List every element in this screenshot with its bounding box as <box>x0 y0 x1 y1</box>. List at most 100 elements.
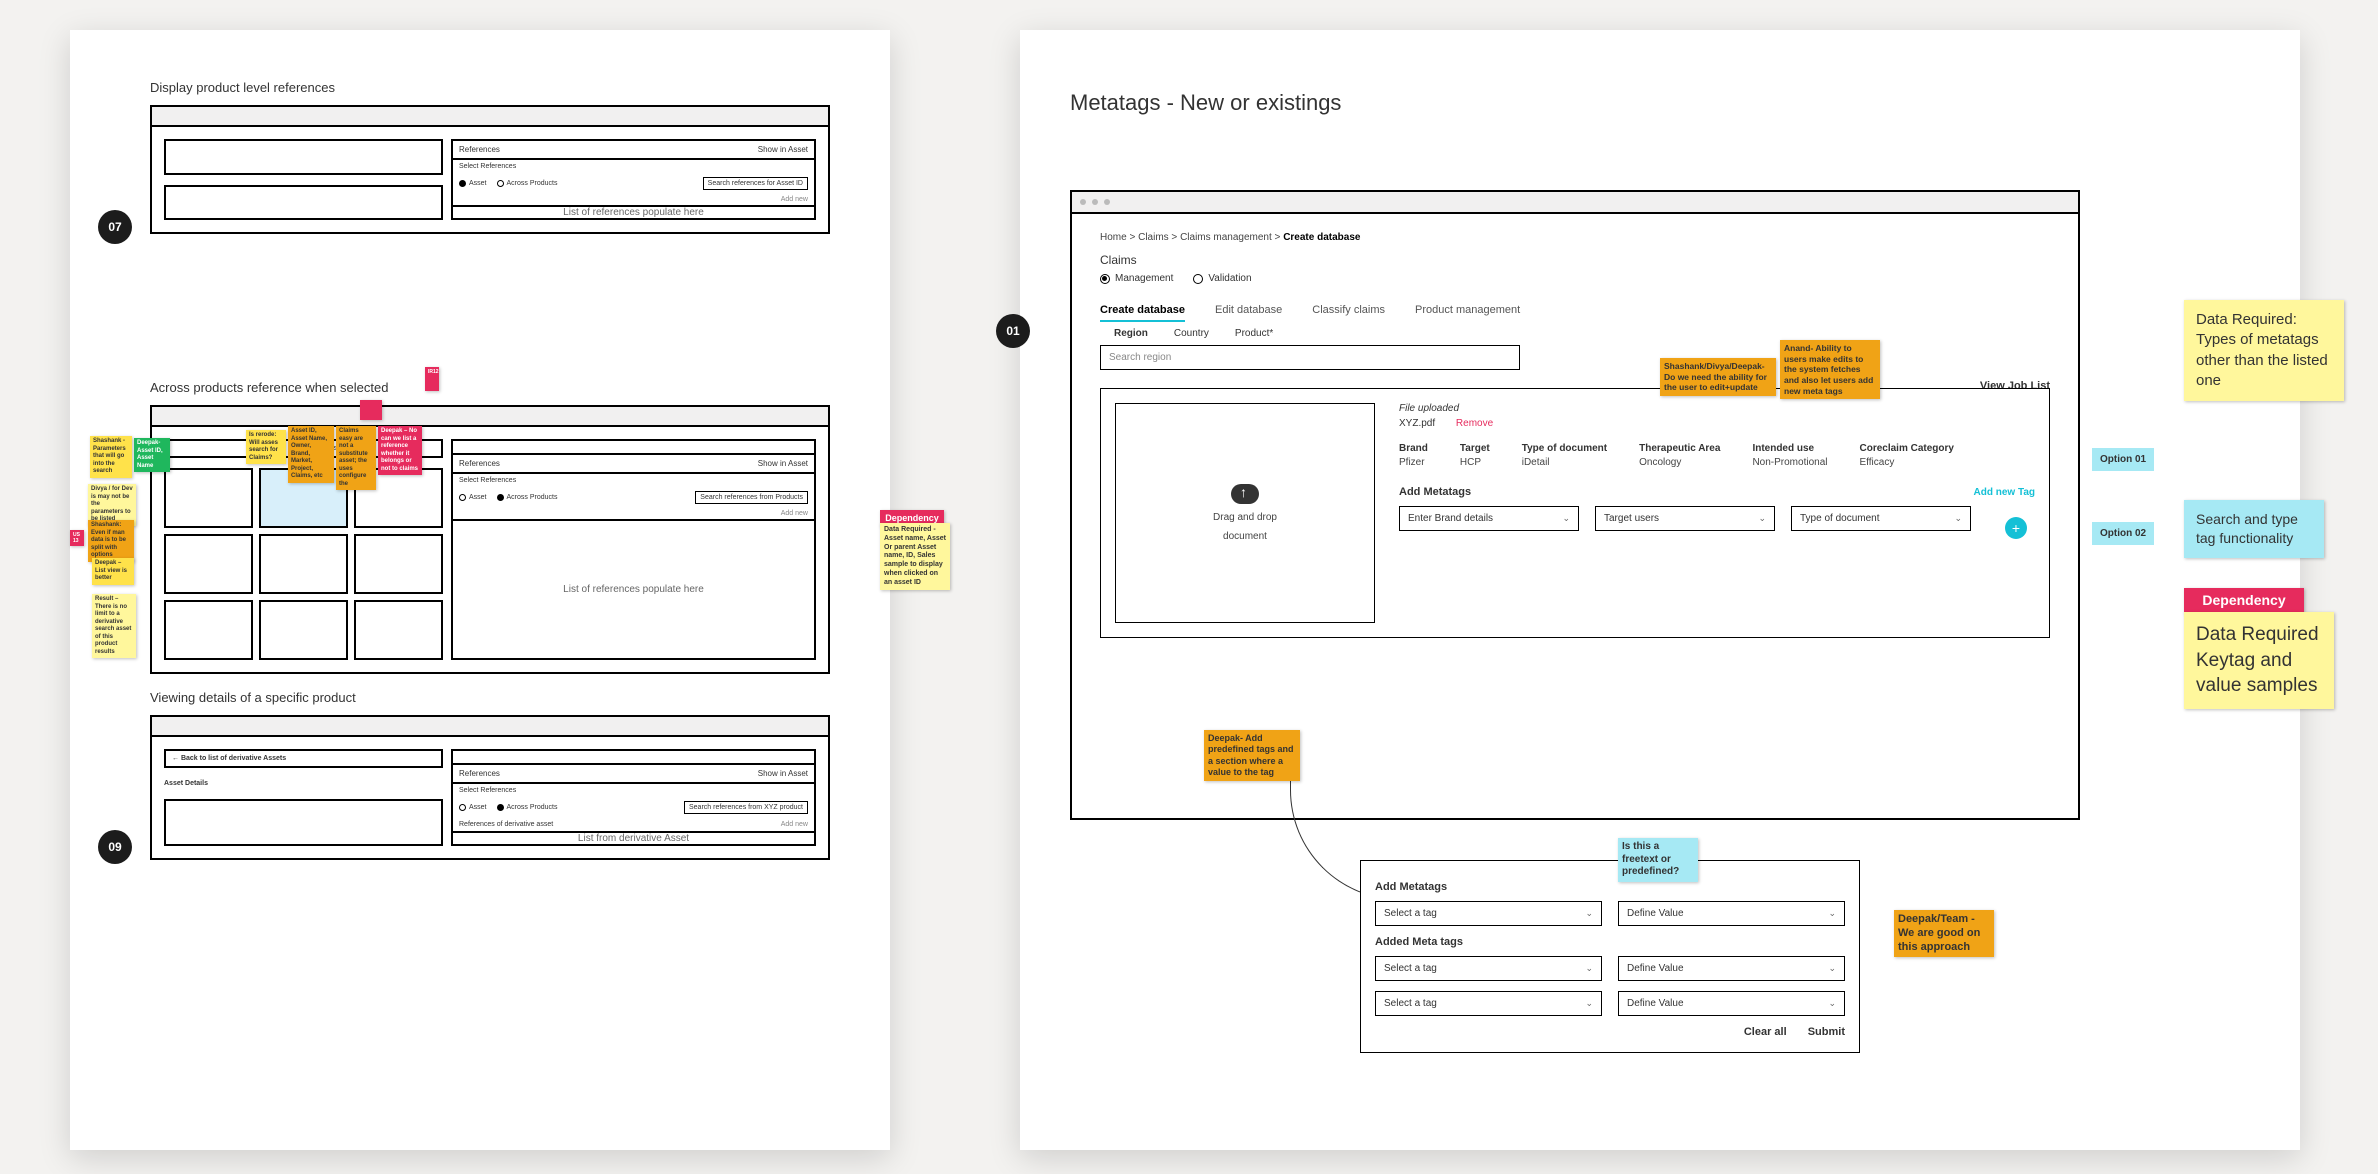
radio-validation[interactable]: Validation <box>1193 273 1251 284</box>
left-panel: Display product level references Referen… <box>70 30 890 1150</box>
deriv-list: List from derivative Asset <box>453 831 814 844</box>
upload-icon <box>1231 484 1259 504</box>
sticky-freetext[interactable]: Is this a freetext or predefined? <box>1618 838 1698 882</box>
subtab-region[interactable]: Region <box>1114 328 1148 339</box>
search-button-08[interactable]: Search references from Products <box>695 491 808 504</box>
file-uploaded-label: File uploaded <box>1399 403 2035 414</box>
breadcrumb[interactable]: Home > Claims > Claims management > Crea… <box>1100 232 2050 243</box>
badge-07: 07 <box>98 210 132 244</box>
sticky-good[interactable]: Deepak/Team - We are good on this approa… <box>1894 910 1994 957</box>
select-doctype[interactable]: Type of document⌄ <box>1791 506 1971 531</box>
sticky-n3[interactable]: Is rerode: Will asses search for Claims? <box>246 430 286 464</box>
sticky-n2[interactable]: Deepak- Asset ID, Asset Name <box>134 438 170 472</box>
metatag-editor-popover: Add Metatags Select a tag⌄ Define Value⌄… <box>1360 860 1860 1053</box>
radio-across[interactable]: Across Products <box>497 180 558 187</box>
chevron-down-icon: ⌄ <box>1828 963 1836 974</box>
remove-file-link[interactable]: Remove <box>1456 418 1493 429</box>
radio-asset-08[interactable]: Asset <box>459 494 487 501</box>
section-09-title: Viewing details of a specific product <box>150 690 830 705</box>
add-new-08[interactable]: Add new <box>453 508 814 519</box>
sticky-red-small[interactable]: US 13 <box>70 530 84 546</box>
chevron-down-icon: ⌄ <box>1585 998 1593 1009</box>
chevron-down-icon: ⌄ <box>1562 513 1570 524</box>
add-button[interactable]: + <box>2005 517 2027 539</box>
define-value-1[interactable]: Define Value⌄ <box>1618 901 1845 926</box>
right-title: Metatags - New or existings <box>1070 90 1341 116</box>
claims-label: Claims <box>1100 253 2050 267</box>
define-value-2[interactable]: Define Value⌄ <box>1618 956 1845 981</box>
submit-button[interactable]: Submit <box>1808 1026 1845 1038</box>
sticky-n10[interactable]: Result – There is no limit to a derivati… <box>92 594 136 658</box>
radio-management[interactable]: Management <box>1100 273 1173 284</box>
badge-09: 09 <box>98 830 132 864</box>
sticky-n8[interactable]: Shashank: Even if man data is to be spli… <box>88 520 134 562</box>
sticky-data-req-types[interactable]: Data Required: Types of metatags other t… <box>2184 300 2344 401</box>
deriv-refs-label: References of derivative asset <box>459 821 553 828</box>
chevron-down-icon: ⌄ <box>1828 908 1836 919</box>
add-new-link[interactable]: Add new <box>453 194 814 205</box>
add-new-09[interactable]: Add new <box>781 821 808 828</box>
sticky-dep-body[interactable]: Data Required - Asset name, Asset Or par… <box>880 523 950 590</box>
sticky-search-type[interactable]: Search and type tag functionality <box>2184 500 2324 558</box>
subtab-country[interactable]: Country <box>1174 328 1209 339</box>
select-target[interactable]: Target users⌄ <box>1595 506 1775 531</box>
back-link[interactable]: ← Back to list of derivative Assets <box>164 749 443 768</box>
add-new-tag-link[interactable]: Add new Tag <box>1974 487 2035 498</box>
refs-list-empty: List of references populate here <box>453 205 814 218</box>
app-frame: Home > Claims > Claims management > Crea… <box>1070 190 2080 820</box>
tab-edit-db[interactable]: Edit database <box>1215 300 1282 322</box>
sticky-dep-body-2[interactable]: Data Required Keytag and value samples <box>2184 612 2334 709</box>
radio-asset-09[interactable]: Asset <box>459 804 487 811</box>
sticky-n9[interactable]: Deepak – List view is better <box>92 558 134 585</box>
grp1-title: Add Metatags <box>1375 881 1845 893</box>
refs-list-08: List of references populate here <box>453 519 814 658</box>
option-2-chip[interactable]: Option 02 <box>2092 522 2154 545</box>
drop-zone[interactable]: Drag and drop document <box>1115 403 1375 623</box>
sticky-red-flag[interactable]: IR12 <box>425 367 439 391</box>
window-chrome <box>1072 192 2078 214</box>
sticky-anand[interactable]: Anand- Ability to users make edits to th… <box>1780 340 1880 399</box>
tab-create-db[interactable]: Create database <box>1100 300 1185 322</box>
sticky-red-top-08[interactable] <box>360 400 382 420</box>
radio-across-08[interactable]: Across Products <box>497 494 558 501</box>
sticky-deepak-predef[interactable]: Deepak- Add predefined tags and a sectio… <box>1204 730 1300 781</box>
sticky-n1[interactable]: Shashank - Parameters that will go into … <box>90 436 132 478</box>
radio-across-09[interactable]: Across Products <box>497 804 558 811</box>
show-in-asset-label: Show in Asset <box>758 145 808 154</box>
chevron-down-icon: ⌄ <box>1954 513 1962 524</box>
sticky-n4[interactable]: Asset ID, Asset Name, Owner, Brand, Mark… <box>288 426 334 483</box>
select-brand[interactable]: Enter Brand details⌄ <box>1399 506 1579 531</box>
tab-product-mgmt[interactable]: Product management <box>1415 300 1520 322</box>
search-input[interactable]: Search region <box>1100 345 1520 370</box>
sticky-n5[interactable]: Claims easy are not a substitute asset; … <box>336 426 376 490</box>
chevron-down-icon: ⌄ <box>1585 908 1593 919</box>
search-button-09[interactable]: Search references from XYZ product <box>684 801 808 814</box>
define-value-3[interactable]: Define Value⌄ <box>1618 991 1845 1016</box>
select-refs-label: Select References <box>453 160 814 173</box>
select-tag-1[interactable]: Select a tag⌄ <box>1375 901 1602 926</box>
section-07-title: Display product level references <box>150 80 830 95</box>
asset-details-label: Asset Details <box>164 778 443 789</box>
add-metatags-label: Add Metatags <box>1399 486 1471 498</box>
section-08-title: Across products reference when selected <box>150 380 830 395</box>
section-08: Across products reference when selected … <box>150 380 830 674</box>
section-09: Viewing details of a specific product ← … <box>150 690 830 860</box>
refs-label: References <box>459 459 500 468</box>
badge-01: 01 <box>996 314 1030 348</box>
sticky-dep-head-2[interactable]: Dependency <box>2184 588 2304 614</box>
chevron-down-icon: ⌄ <box>1585 963 1593 974</box>
select-tag-2[interactable]: Select a tag⌄ <box>1375 956 1602 981</box>
subtab-product[interactable]: Product* <box>1235 328 1273 339</box>
sticky-shashank[interactable]: Shashank/Divya/Deepak- Do we need the ab… <box>1660 358 1776 396</box>
radio-asset[interactable]: Asset <box>459 180 487 187</box>
search-button[interactable]: Search references for Asset ID <box>703 177 808 190</box>
file-name: XYZ.pdf <box>1399 418 1435 429</box>
sticky-n6[interactable]: Deepak – No can we list a reference whet… <box>378 426 422 475</box>
select-tag-3[interactable]: Select a tag⌄ <box>1375 991 1602 1016</box>
tab-classify[interactable]: Classify claims <box>1312 300 1385 322</box>
chevron-down-icon: ⌄ <box>1828 998 1836 1009</box>
section-07: Display product level references Referen… <box>150 80 830 234</box>
right-panel: Metatags - New or existings Home > Claim… <box>1020 30 2300 1150</box>
option-1-chip[interactable]: Option 01 <box>2092 448 2154 471</box>
clear-all-button[interactable]: Clear all <box>1744 1026 1787 1038</box>
